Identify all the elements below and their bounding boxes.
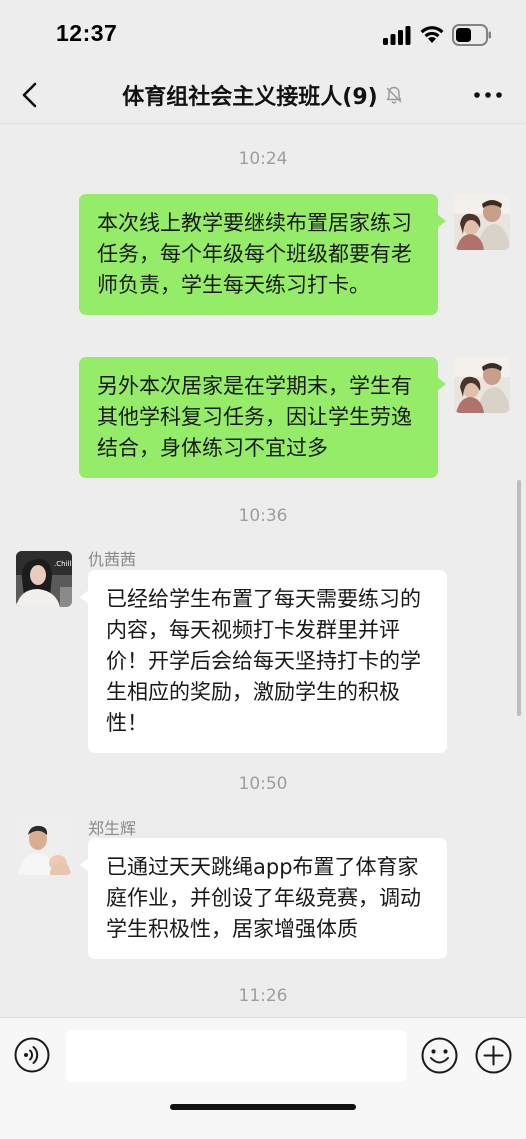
signal-icon [383,26,411,45]
time-divider: 10:24 [238,149,288,169]
more-dots-icon[interactable] [472,84,504,106]
time-divider: 10:36 [238,506,288,526]
other-message-bubble[interactable]: 已经给学生布置了每天需要练习的内容，每天视频打卡发群里并评价！开学后会给每天坚持… [80,570,447,753]
bell-slash-icon [386,86,402,104]
avatar-photo-icon [16,819,72,875]
avatar-photo-icon [454,357,510,413]
status-bar: 12:37 [0,0,526,68]
message-input[interactable] [66,1030,407,1082]
chat-screen: 12:37 体育组社会主义接班人(9) 10:24 本次线上教学要继续布置居家练… [0,0,526,1139]
chevron-left-icon[interactable] [18,81,42,109]
avatar-watermark: .Chill [54,560,71,568]
emoji-icon[interactable] [421,1037,458,1074]
scrollbar[interactable] [517,480,521,716]
wifi-icon [420,26,444,43]
chat-title-area[interactable]: 体育组社会主义接班人(9) [80,78,446,112]
other-message-bubble[interactable]: 已通过天天跳绳app布置了体育家庭作业，并创设了年级竞赛，调动学生积极性，居家增… [80,838,447,959]
nav-bar: 体育组社会主义接班人(9) [0,68,526,124]
avatar-photo-icon [454,194,510,250]
time-divider: 10:50 [238,774,288,794]
sender-avatar[interactable]: .Chill [16,551,72,607]
home-indicator[interactable] [170,1104,356,1110]
time-divider: 11:26 [238,986,288,1006]
chat-message-list[interactable]: 10:24 本次线上教学要继续布置居家练习任务，每个年级每个班级都要有老师负责，… [0,125,526,1017]
sender-name: 仇茜茜 [88,550,137,569]
my-message-bubble[interactable]: 本次线上教学要继续布置居家练习任务，每个年级每个班级都要有老师负责，学生每天练习… [79,194,446,315]
my-message-bubble[interactable]: 另外本次居家是在学期末，学生有其他学科复习任务，因让学生劳逸结合，身体练习不宜过… [79,357,446,478]
sender-avatar[interactable] [16,819,72,875]
input-bar [0,1017,526,1139]
my-avatar[interactable] [454,357,510,413]
voice-icon[interactable] [14,1037,50,1073]
plus-icon[interactable] [475,1037,512,1074]
battery-icon [452,24,491,46]
my-avatar[interactable] [454,194,510,250]
sender-name: 郑生辉 [88,819,137,838]
status-time: 12:37 [56,20,118,46]
avatar-photo-icon: .Chill [16,551,72,607]
chat-title: 体育组社会主义接班人(9) [122,85,378,110]
